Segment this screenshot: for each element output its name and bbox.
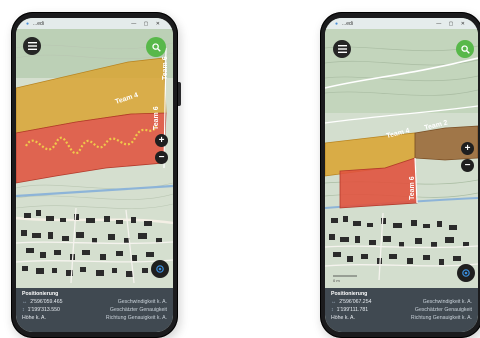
search-icon	[151, 42, 161, 52]
zoom-out-icon: −	[464, 160, 471, 171]
menu-button[interactable]	[23, 37, 41, 55]
search-button[interactable]	[146, 37, 166, 57]
right-map[interactable]: Team 4 Team 2 Team 6 0 m	[325, 18, 478, 332]
panel-row-right: Richtung Genauigkeit k. A.	[410, 315, 472, 321]
search-button[interactable]	[456, 40, 474, 58]
zoom-in-icon: +	[464, 143, 471, 154]
panel-row-left: 2'596'067.254	[339, 299, 372, 305]
window-controls[interactable]: — ▢ ✕	[436, 21, 468, 27]
zoom-out-icon: −	[158, 152, 165, 163]
panel-row-right: Geschwindigkeit k. A.	[117, 299, 167, 305]
zoom-out-button[interactable]: −	[155, 151, 168, 164]
zoom-in-button[interactable]: +	[155, 134, 168, 147]
panel-heading: Positionierung	[22, 291, 59, 297]
menu-icon	[337, 45, 347, 53]
left-screen: Team 4 Team 6 Team 6 ● ...edi — ▢ ✕ + − …	[16, 18, 173, 332]
right-phone: Team 4 Team 2 Team 6 0 m ● ...edi — ▢ ✕	[320, 12, 480, 338]
team-label: Team 6	[162, 56, 169, 80]
locate-icon	[462, 269, 470, 277]
power-button	[178, 82, 181, 106]
position-panel: Positionierung ↔ 2'596'067.254 Geschwindi…	[325, 288, 478, 332]
right-screen: Team 4 Team 2 Team 6 0 m ● ...edi — ▢ ✕	[325, 18, 478, 332]
left-phone: Team 4 Team 6 Team 6 ● ...edi — ▢ ✕ + − …	[11, 12, 181, 338]
panel-row: Höhe k. A. Richtung Genauigkeit k. A.	[22, 315, 167, 321]
panel-row: ↕ 1'199'111.781 Geschätzter Genauigkeit	[331, 307, 472, 313]
panel-row-left: 1'199'313.550	[27, 307, 60, 313]
window-title: ...edi	[33, 20, 44, 27]
status-bar: ● ...edi — ▢ ✕	[16, 18, 173, 29]
panel-row-left: Höhe k. A.	[331, 315, 355, 321]
panel-row-left: Höhe k. A.	[22, 315, 46, 321]
team-label: Team 6	[409, 176, 416, 200]
left-map[interactable]: Team 4 Team 6 Team 6	[16, 18, 173, 332]
menu-button[interactable]	[333, 40, 351, 58]
zoom-in-button[interactable]: +	[461, 142, 474, 155]
east-icon: ↔	[331, 299, 337, 305]
panel-row-right: Geschätzter Genauigkeit	[109, 307, 167, 313]
panel-row-right: Geschwindigkeit k. A.	[422, 299, 472, 305]
zoom-in-icon: +	[158, 135, 165, 146]
panel-row: Höhe k. A. Richtung Genauigkeit k. A.	[331, 315, 472, 321]
zoom-out-button[interactable]: −	[461, 159, 474, 172]
locate-button[interactable]	[457, 264, 475, 282]
panel-row: ↔ 2'596'059.465 Geschwindigkeit k. A.	[22, 299, 167, 305]
search-icon	[460, 44, 470, 54]
east-icon: ↔	[22, 299, 28, 305]
team-label: Team 6	[153, 106, 160, 130]
panel-heading: Positionierung	[331, 291, 368, 297]
status-bar: ● ...edi — ▢ ✕	[325, 18, 478, 29]
position-panel: Positionierung ↔ 2'596'059.465 Geschwindi…	[16, 288, 173, 332]
menu-icon	[27, 42, 37, 50]
panel-row: ↔ 2'596'067.254 Geschwindigkeit k. A.	[331, 299, 472, 305]
scale-label: 0 m	[333, 278, 340, 283]
panel-row-left: 1'199'111.781	[336, 307, 369, 313]
locate-icon	[156, 265, 164, 273]
window-title: ...edi	[342, 20, 353, 27]
panel-row-right: Richtung Genauigkeit k. A.	[105, 315, 167, 321]
locate-button[interactable]	[151, 260, 169, 278]
north-icon: ↕	[22, 307, 25, 313]
window-controls[interactable]: — ▢ ✕	[131, 21, 163, 27]
panel-row: ↕ 1'199'313.550 Geschätzter Genauigkeit	[22, 307, 167, 313]
panel-row-left: 2'596'059.465	[30, 299, 63, 305]
north-icon: ↕	[331, 307, 334, 313]
panel-row-right: Geschätzter Genauigkeit	[414, 307, 472, 313]
